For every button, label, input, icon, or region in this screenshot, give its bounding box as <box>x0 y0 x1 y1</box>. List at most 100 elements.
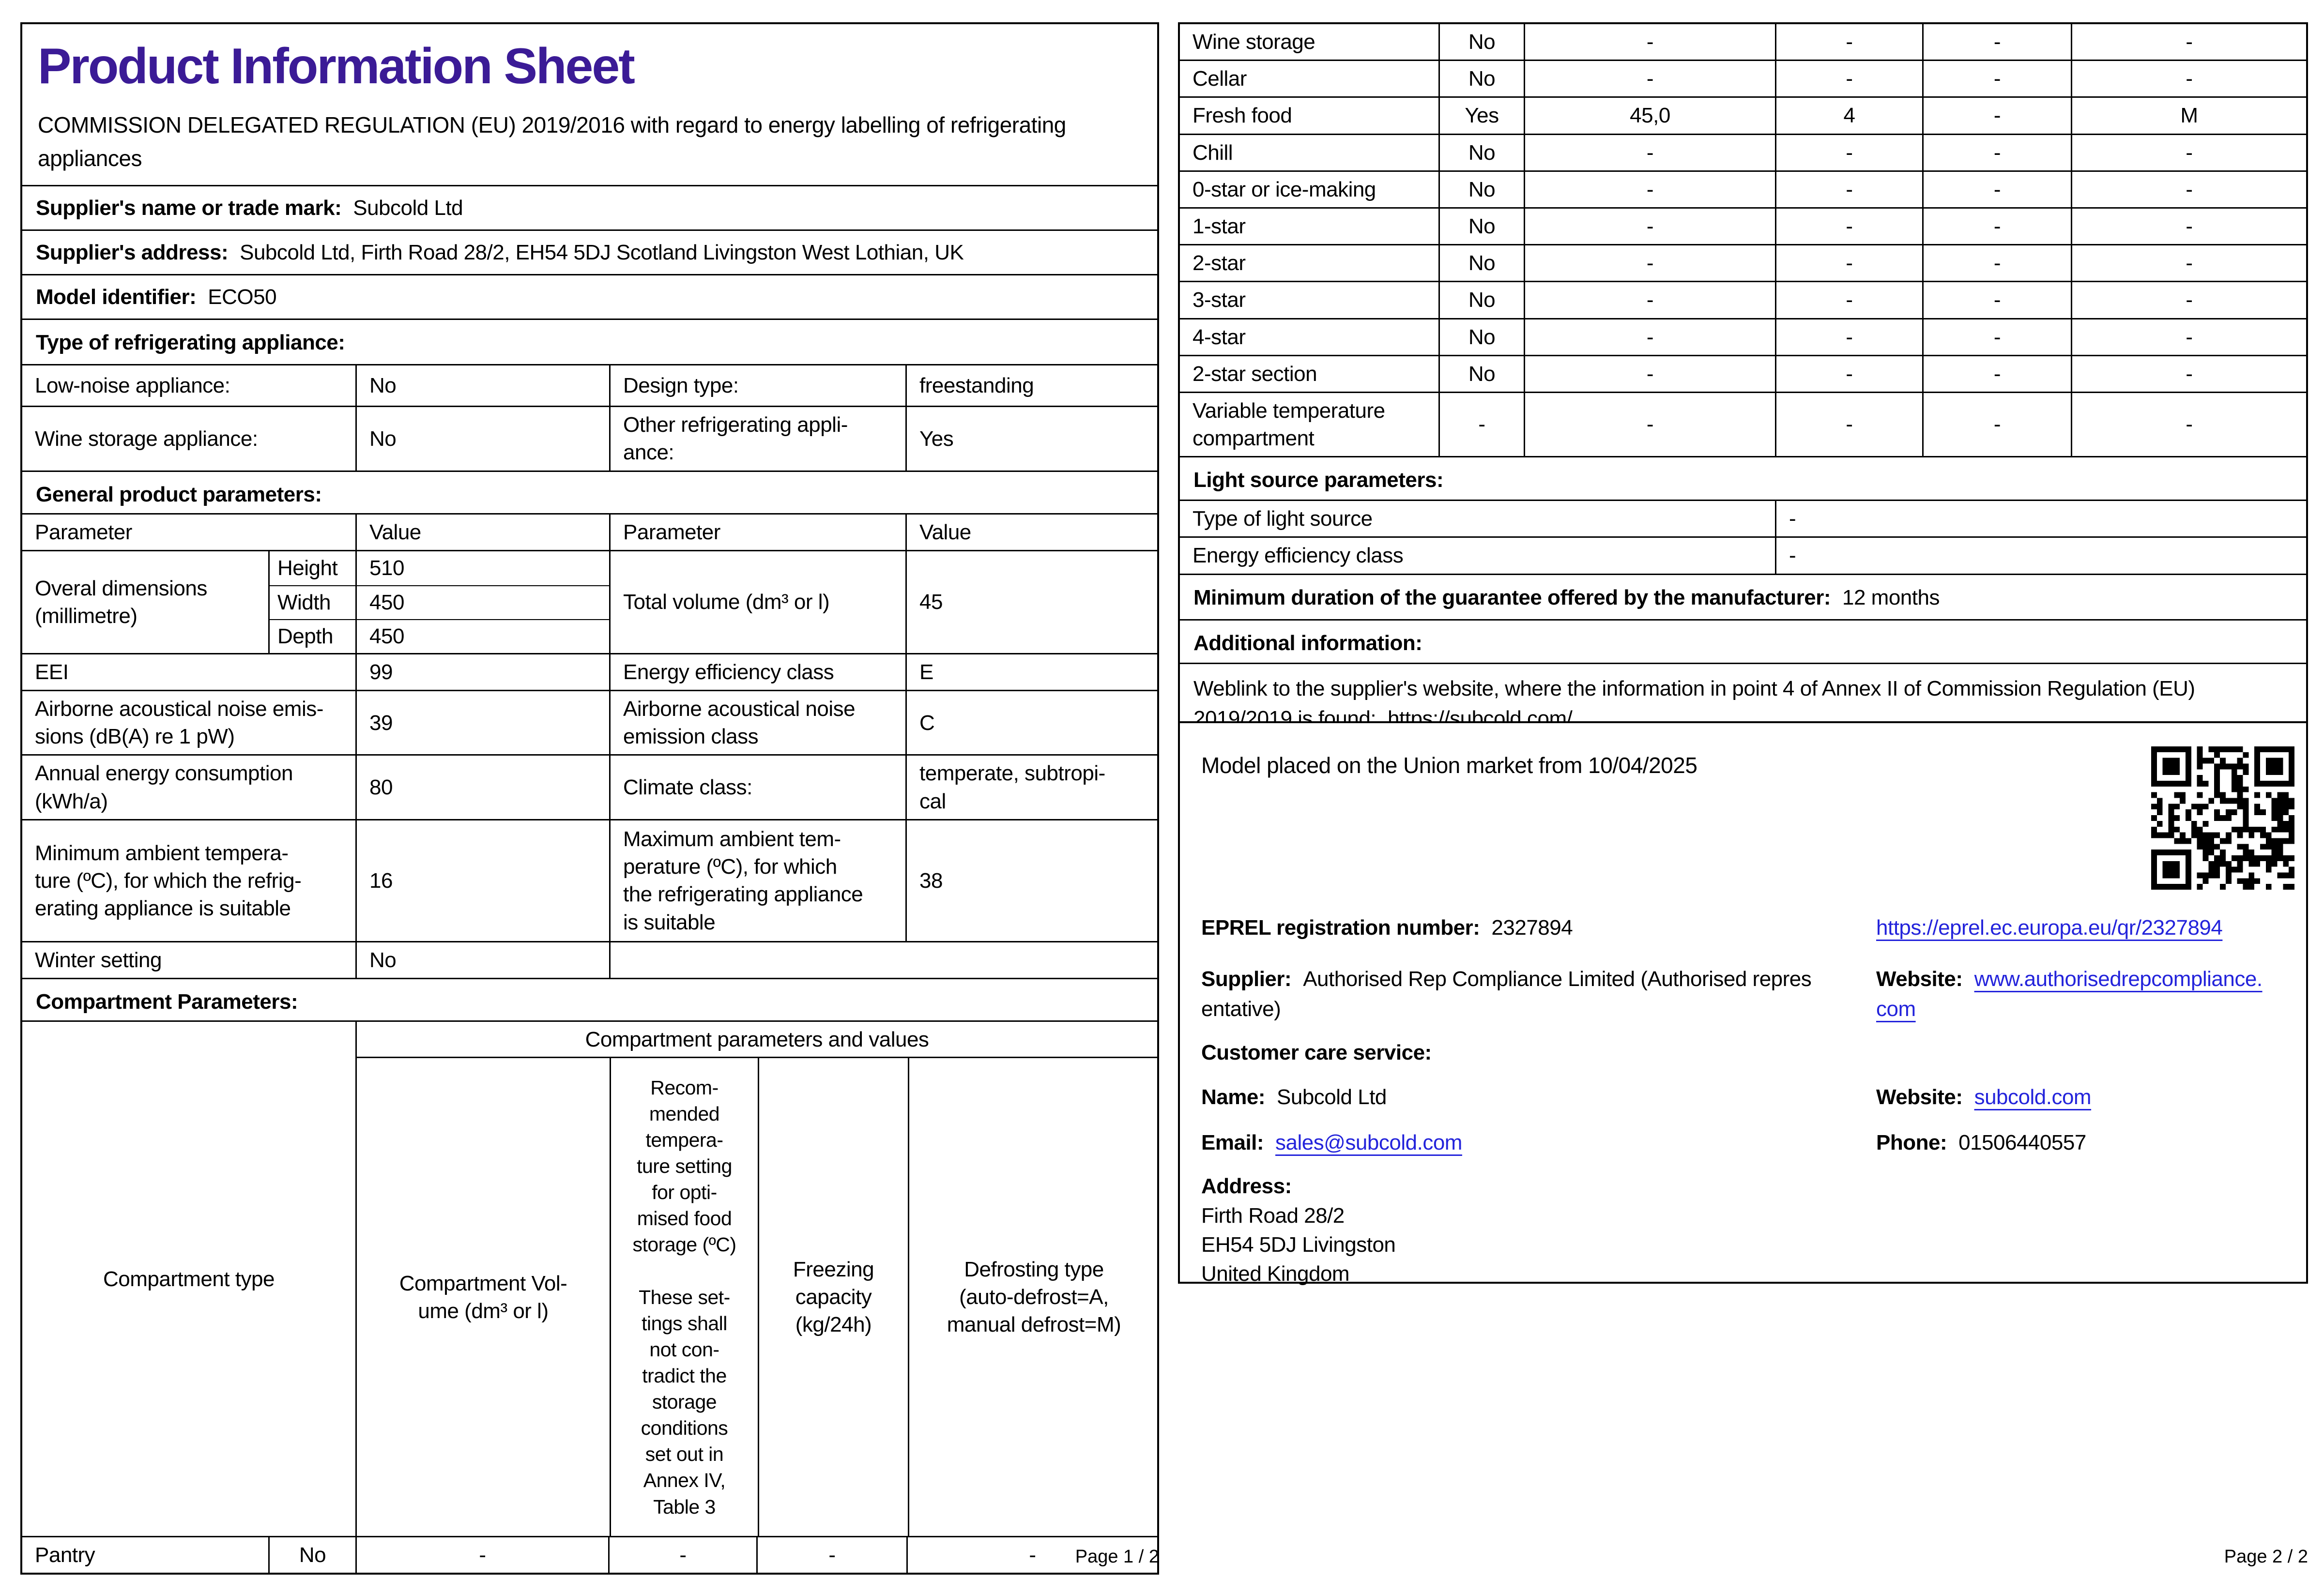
present-cell: No <box>1438 171 1524 207</box>
volume-cell: - <box>1524 24 1775 60</box>
care-website-link[interactable]: subcold.com <box>1974 1085 2092 1109</box>
care-name-value: Subcold Ltd <box>1277 1085 1387 1109</box>
volume-cell: - <box>1524 282 1775 318</box>
email-label: Email: <box>1201 1131 1264 1154</box>
supplier-value: Authorised Rep Compliance Limited (Autho… <box>1201 967 1812 1021</box>
regulation-text: COMMISSION DELEGATED REGULATION (EU) 201… <box>38 112 1066 171</box>
table-row: Low-noise appliance: No Design type: fre… <box>22 364 1157 406</box>
model-identifier-value: ECO50 <box>208 285 277 309</box>
wine-appliance-label-cell: Wine storage appliance: <box>35 426 258 451</box>
light-type-label-cell: Type of light source <box>1193 507 1373 531</box>
phone-label: Phone: <box>1876 1131 1947 1154</box>
defrost-cell: M <box>2071 98 2306 134</box>
volume-cell: - <box>1524 245 1775 281</box>
table-row: 4-star No - - - - <box>1180 318 2306 355</box>
present-cell: - <box>1438 393 1524 456</box>
present-cell: No <box>1438 135 1524 170</box>
freezing-cell: - <box>1922 24 2071 60</box>
temp-cell: - <box>1775 282 1922 318</box>
supplier-name-row: Supplier's name or trade mark: Subcold Lt… <box>22 184 1157 229</box>
supplier-website-label: Website: <box>1876 967 1963 991</box>
supplier-address-row: Supplier's address: Subcold Ltd, Firth Ro… <box>22 229 1157 274</box>
temp-cell: - <box>1775 171 1922 207</box>
freezing-cell: - <box>1922 393 2071 456</box>
total-volume-value-cell: 45 <box>905 551 1157 653</box>
defrost-cell: - <box>2071 171 2306 207</box>
present-cell: No <box>1438 319 1524 355</box>
low-noise-label-cell: Low-noise appliance: <box>35 374 230 398</box>
additional-info-title: Additional information: <box>1180 619 2306 663</box>
value-header-cell: Value <box>905 514 1157 550</box>
supplier-address-value: Subcold Ltd, Firth Road 28/2, EH54 5DJ S… <box>240 240 964 264</box>
guarantee-row: Minimum duration of the guarantee offere… <box>1180 573 2306 619</box>
email-row: Email: sales@subcold.com <box>1201 1129 1462 1156</box>
design-type-label-cell: Design type: <box>609 365 905 406</box>
table-row: 2-star section No - - - - <box>1180 354 2306 392</box>
min-temp-label-cell: Minimum ambient tempera- ture (ºC), for … <box>35 841 302 920</box>
present-cell: No <box>1438 208 1524 244</box>
volume-cell: - <box>1524 208 1775 244</box>
winter-setting-value-cell: No <box>355 942 609 978</box>
recommended-temp-header-cell: Recom- mended tempera- ture setting for … <box>610 1058 758 1536</box>
depth-label-cell: Depth <box>268 619 355 653</box>
eprel-link[interactable]: https://eprel.ec.europa.eu/qr/2327894 <box>1876 916 2223 940</box>
light-eec-value-cell: - <box>1775 538 2306 574</box>
defrost-cell: - <box>2071 319 2306 355</box>
temp-cell: - <box>1775 24 1922 60</box>
table-row: Energy efficiency class - <box>1180 536 2306 574</box>
volume-cell: - <box>1524 393 1775 456</box>
total-volume-label-cell: Total volume (dm³ or l) <box>609 551 905 653</box>
winter-setting-label-cell: Winter setting <box>35 948 162 972</box>
table-row: Wine storage No - - - - <box>1180 24 2306 60</box>
compartment-type-header-cell: Compartment type <box>103 1267 275 1291</box>
volume-cell: - <box>1524 61 1775 97</box>
page-2-table: Wine storage No - - - - Cellar No - - - … <box>1178 22 2308 744</box>
energy-value-cell: 80 <box>355 756 609 819</box>
energy-label-cell: Annual energy consumption (kWh/a) <box>35 761 293 813</box>
eprel-label: EPREL registration number: <box>1201 916 1480 940</box>
noise-value-cell: 39 <box>355 691 609 755</box>
other-appliance-value-cell: Yes <box>905 407 1157 470</box>
type-section-title: Type of refrigerating appliance: <box>22 319 1157 364</box>
guarantee-label: Minimum duration of the guarantee offere… <box>1193 585 1831 609</box>
eprel-link-wrap: https://eprel.ec.europa.eu/qr/2327894 <box>1876 914 2293 941</box>
compartment-header-block: Compartment type Compartment parameters … <box>22 1020 1157 1536</box>
defrosting-type-header-cell: Defrosting type (auto-defrost=A, manual … <box>908 1058 1159 1536</box>
parameter-header-row: Parameter Value Parameter Value <box>22 513 1157 550</box>
address-label: Address: <box>1201 1174 1292 1198</box>
model-identifier-label: Model identifier: <box>36 285 197 309</box>
temp-cell: - <box>1775 319 1922 355</box>
supplier-name-value: Subcold Ltd <box>353 196 463 220</box>
table-row: Annual energy consumption (kWh/a) 80 Cli… <box>22 754 1157 819</box>
climate-value-cell: temperate, subtropi- cal <box>905 756 1157 819</box>
eei-value-cell: 99 <box>355 654 609 690</box>
phone-row: Phone: 01506440557 <box>1876 1129 2293 1156</box>
present-cell: No <box>1438 61 1524 97</box>
general-section-title: General product parameters: <box>22 470 1157 513</box>
eprel-value: 2327894 <box>1491 916 1573 940</box>
compartment-type-cell: 2-star <box>1193 251 1246 275</box>
defrost-cell: - <box>2071 135 2306 170</box>
eec-value-cell: E <box>905 654 1157 690</box>
empty-cell <box>609 942 1157 978</box>
width-value-cell: 450 <box>355 585 609 619</box>
email-link[interactable]: sales@subcold.com <box>1275 1131 1462 1154</box>
present-cell: Yes <box>1438 98 1524 134</box>
noise-label-cell: Airborne acoustical noise emis- sions (d… <box>35 697 323 749</box>
table-row: Wine storage appliance: No Other refrige… <box>22 406 1157 470</box>
compartment-type-cell: 2-star section <box>1193 362 1317 386</box>
compartment-volume-header-cell: Compartment Vol- ume (dm³ or l) <box>399 1271 567 1323</box>
depth-value-cell: 450 <box>355 619 609 653</box>
freezing-cell: - <box>1922 282 2071 318</box>
compartment-type-cell: 3-star <box>1193 288 1246 312</box>
compartment-type-cell: Chill <box>1193 140 1233 165</box>
table-row: Minimum ambient tempera- ture (ºC), for … <box>22 819 1157 941</box>
model-identifier-row: Model identifier: ECO50 <box>22 273 1157 319</box>
freezing-cell: - <box>1922 98 2071 134</box>
table-row: Type of light source - <box>1180 500 2306 537</box>
max-temp-value-cell: 38 <box>905 820 1157 941</box>
page-2-footer: Page 2 / 2 <box>2224 1547 2308 1567</box>
freezing-cell: - <box>1922 356 2071 392</box>
page-1-footer: Page 1 / 2 <box>1075 1547 1159 1567</box>
present-cell: No <box>1438 282 1524 318</box>
